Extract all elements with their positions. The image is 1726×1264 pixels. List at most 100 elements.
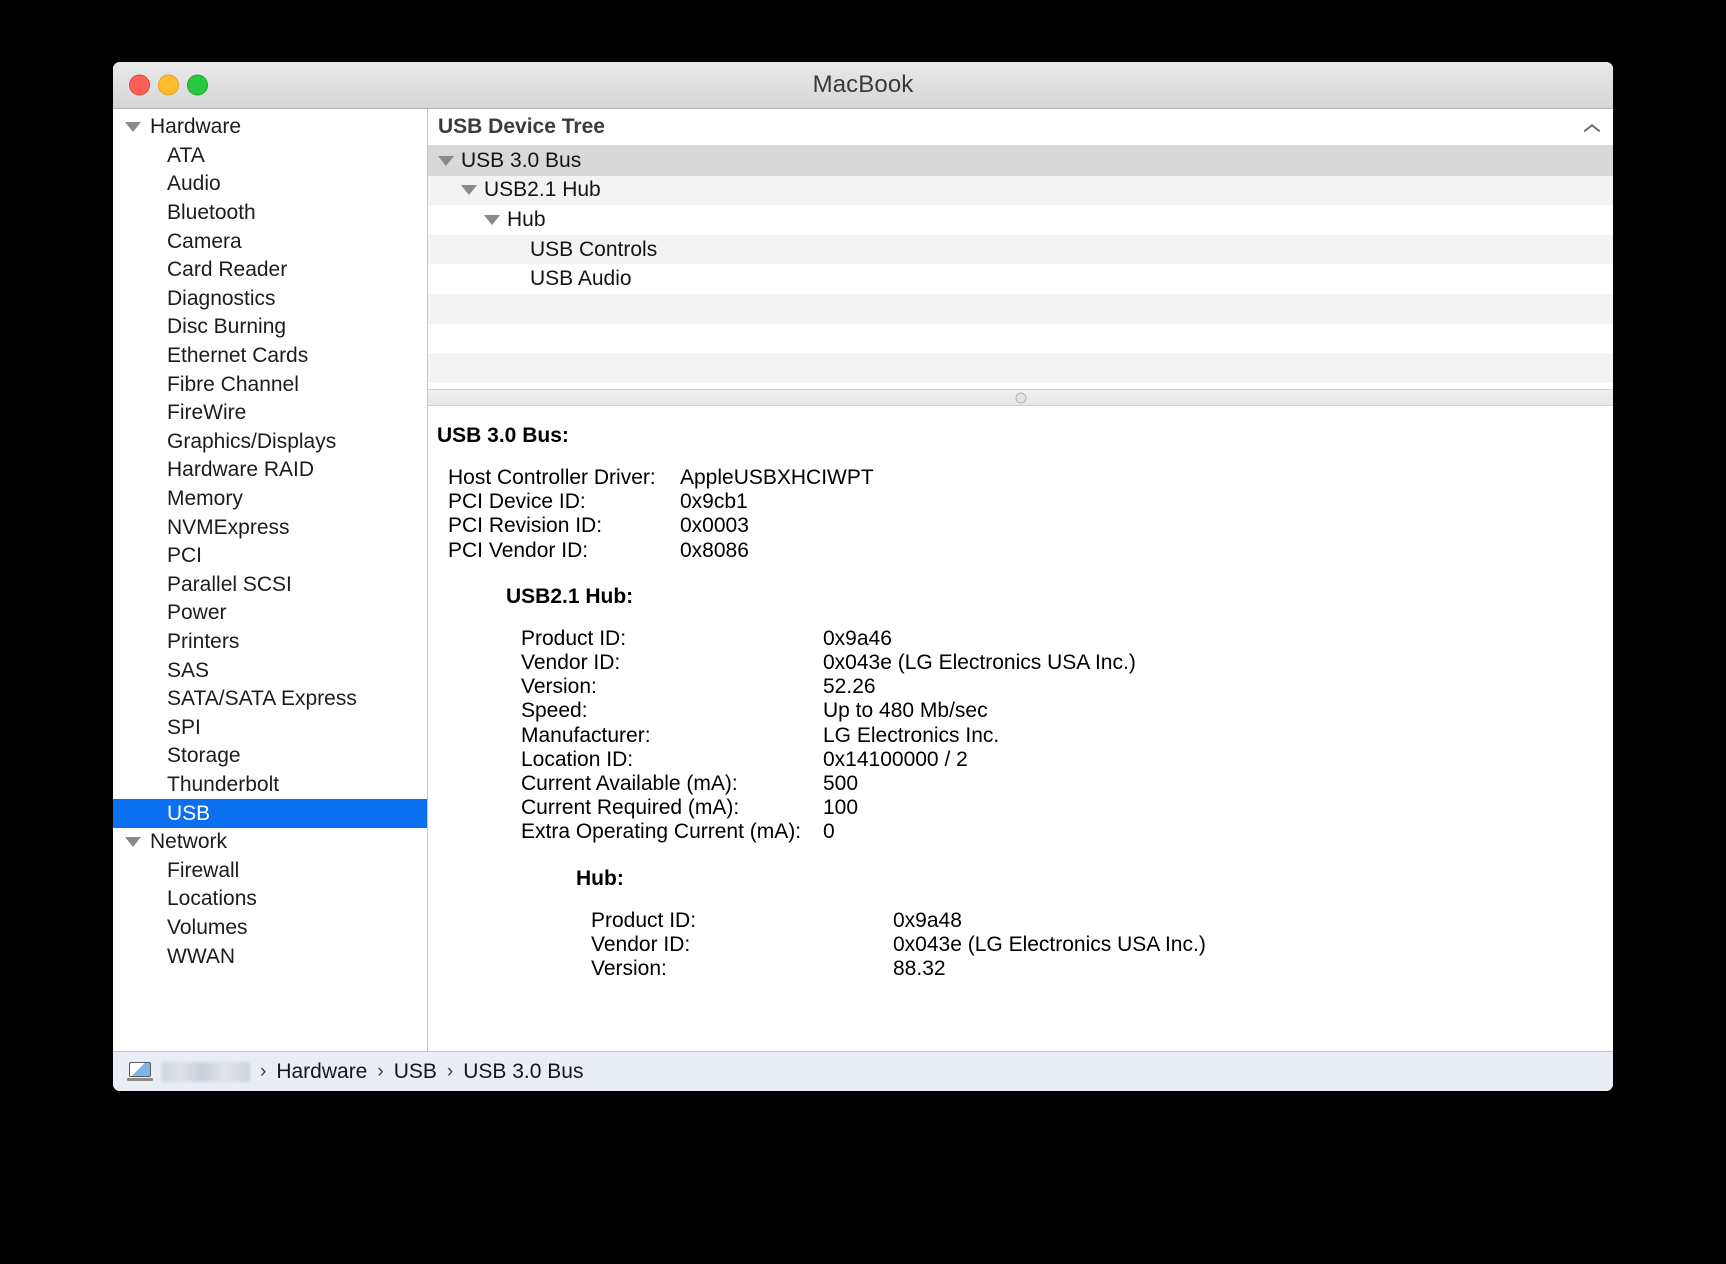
detail-row-value: 0x0003 — [680, 514, 749, 538]
panel-splitter[interactable] — [428, 389, 1613, 406]
disclosure-triangle-icon[interactable] — [438, 155, 454, 166]
window-titlebar[interactable]: MacBook — [113, 62, 1613, 109]
detail-row: Vendor ID: 0x043e (LG Electronics USA Inc… — [521, 651, 1613, 675]
tree-row-usb2-1-hub[interactable]: USB2.1 Hub — [428, 175, 1613, 206]
sidebar-item-graphics-displays[interactable]: Graphics/Displays — [113, 428, 427, 457]
sidebar-item-label: ATA — [167, 143, 205, 167]
detail-row-value: AppleUSBXHCIWPT — [680, 466, 874, 489]
device-name-redacted — [162, 1061, 250, 1082]
detail-row-value: 52.26 — [823, 675, 876, 699]
usb-device-tree-list[interactable]: USB 3.0 Bus USB2.1 Hub Hub USB Controls USB … — [428, 146, 1613, 389]
sidebar-item-fibre-channel[interactable]: Fibre Channel — [113, 370, 427, 399]
sidebar-item-hardware-raid[interactable]: Hardware RAID — [113, 456, 427, 485]
sidebar-item-pci[interactable]: PCI — [113, 542, 427, 571]
sidebar-item-card-reader[interactable]: Card Reader — [113, 256, 427, 285]
tree-row-usb-controls[interactable]: USB Controls — [428, 234, 1613, 265]
sidebar-item-label: Card Reader — [167, 258, 288, 282]
detail-row-key: Extra Operating Current (mA): — [521, 820, 802, 844]
sidebar-item-firewall[interactable]: Firewall — [113, 856, 427, 885]
breadcrumb-item-usb[interactable]: USB — [394, 1060, 437, 1084]
breadcrumb-item-usb-3-0-bus[interactable]: USB 3.0 Bus — [463, 1060, 583, 1084]
sidebar-item-bluetooth[interactable]: Bluetooth — [113, 199, 427, 228]
disclosure-triangle-icon[interactable] — [461, 185, 477, 196]
sidebar-item-thunderbolt[interactable]: Thunderbolt — [113, 771, 427, 800]
sidebar-item-label: USB — [167, 801, 211, 825]
detail-row: Location ID: 0x14100000 / 2 — [521, 748, 1613, 772]
detail-row-value: 500 — [823, 772, 859, 796]
detail-row: Product ID: 0x9a48 — [591, 909, 1613, 933]
detail-row-key: Host Controller Driver: — [448, 466, 656, 489]
sidebar-item-label: Audio — [167, 172, 221, 196]
chevron-up-icon[interactable] — [1583, 119, 1599, 135]
sidebar-item-camera[interactable]: Camera — [113, 227, 427, 256]
detail-row-value: 0x8086 — [680, 538, 749, 562]
sidebar-item-label: Hardware — [150, 115, 242, 139]
breadcrumb-separator-icon: › — [377, 1060, 384, 1082]
sidebar-item-usb[interactable]: USB — [113, 799, 427, 828]
macbook-icon — [127, 1062, 153, 1081]
sidebar-item-ethernet-cards[interactable]: Ethernet Cards — [113, 342, 427, 371]
sidebar-item-label: SATA/SATA Express — [167, 687, 357, 711]
sidebar-item-network[interactable]: Network — [113, 828, 427, 857]
detail-row-key: Current Available (mA): — [521, 772, 738, 796]
detail-row-value: 0x9a46 — [823, 626, 892, 650]
sidebar-item-memory[interactable]: Memory — [113, 485, 427, 514]
sidebar-item-printers[interactable]: Printers — [113, 628, 427, 657]
sidebar-item-label: Firewall — [167, 858, 240, 882]
tree-row-usb-3-0-bus[interactable]: USB 3.0 Bus — [428, 146, 1613, 176]
detail-row-key: PCI Device ID: — [448, 490, 586, 514]
sidebar-item-label: Locations — [167, 887, 257, 911]
sidebar-item-locations[interactable]: Locations — [113, 885, 427, 914]
tree-row-empty — [428, 323, 1613, 354]
sidebar-item-nvmexpress[interactable]: NVMExpress — [113, 513, 427, 542]
sidebar-item-firewire[interactable]: FireWire — [113, 399, 427, 428]
sidebar-item-label: Disc Burning — [167, 315, 287, 339]
sidebar-item-wwan[interactable]: WWAN — [113, 942, 427, 971]
sidebar-item-hardware[interactable]: Hardware — [113, 113, 427, 142]
detail-row-value: 0x14100000 / 2 — [823, 747, 968, 771]
sidebar-item-sas[interactable]: SAS — [113, 656, 427, 685]
sidebar-item-spi[interactable]: SPI — [113, 713, 427, 742]
detail-row-key: Vendor ID: — [521, 651, 621, 675]
splitter-handle[interactable] — [1015, 392, 1026, 403]
sidebar-item-storage[interactable]: Storage — [113, 742, 427, 771]
detail-row: Current Available (mA): 500 — [521, 772, 1613, 796]
disclosure-triangle-icon[interactable] — [125, 122, 141, 133]
zoom-button[interactable] — [187, 74, 208, 96]
disclosure-triangle-icon[interactable] — [125, 837, 141, 848]
sidebar-item-diagnostics[interactable]: Diagnostics — [113, 285, 427, 314]
sidebar-item-disc-burning[interactable]: Disc Burning — [113, 313, 427, 342]
breadcrumb-item-hardware[interactable]: Hardware — [276, 1060, 367, 1084]
sidebar-item-audio[interactable]: Audio — [113, 170, 427, 199]
breadcrumb-bar: › Hardware › USB › USB 3.0 Bus — [113, 1051, 1613, 1091]
detail-row: PCI Device ID: 0x9cb1 — [448, 490, 1613, 514]
sidebar-item-label: Hardware RAID — [167, 458, 315, 482]
sidebar-item-label: NVMExpress — [167, 515, 290, 539]
detail-rows-usb21hub: Product ID: 0x9a46 Vendor ID: 0x043e (LG El… — [428, 627, 1613, 845]
minimize-button[interactable] — [158, 74, 179, 96]
detail-row: Extra Operating Current (mA): 0 — [521, 820, 1613, 844]
detail-row: Version: 52.26 — [521, 675, 1613, 699]
sidebar-item-label: SAS — [167, 658, 210, 682]
detail-row: PCI Vendor ID: 0x8086 — [448, 539, 1613, 563]
sidebar-item-power[interactable]: Power — [113, 599, 427, 628]
detail-row-key: Version: — [521, 675, 597, 699]
detail-spacer — [428, 845, 1613, 867]
sidebar[interactable]: Hardware ATA Audio Bluetooth Camera Card Read… — [113, 109, 428, 1051]
usb-device-tree-header[interactable]: USB Device Tree — [428, 109, 1613, 146]
tree-row-hub[interactable]: Hub — [428, 205, 1613, 235]
sidebar-item-volumes[interactable]: Volumes — [113, 914, 427, 943]
sidebar-item-label: Bluetooth — [167, 201, 256, 225]
disclosure-triangle-icon[interactable] — [484, 214, 500, 225]
sidebar-item-label: FireWire — [167, 401, 247, 425]
tree-row-empty — [428, 353, 1613, 383]
sidebar-item-sata-sata-express[interactable]: SATA/SATA Express — [113, 685, 427, 714]
close-button[interactable] — [129, 74, 150, 96]
sidebar-item-ata[interactable]: ATA — [113, 142, 427, 171]
detail-row: Vendor ID: 0x043e (LG Electronics USA Inc… — [591, 933, 1613, 957]
tree-row-usb-audio[interactable]: USB Audio — [428, 264, 1613, 294]
sidebar-item-parallel-scsi[interactable]: Parallel SCSI — [113, 571, 427, 600]
sidebar-item-label: Graphics/Displays — [167, 429, 337, 453]
detail-row-value: 88.32 — [893, 957, 946, 981]
sidebar-item-label: Storage — [167, 744, 241, 768]
